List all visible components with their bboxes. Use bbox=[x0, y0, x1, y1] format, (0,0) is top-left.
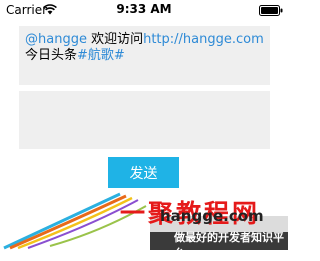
watermark-tagline: 做最好的开发者知识平台 bbox=[174, 231, 284, 260]
mention-link[interactable]: @hangge bbox=[25, 32, 87, 47]
message-line-1: @hangge 欢迎访问http://hangge.com bbox=[25, 32, 264, 48]
status-bar: Carrier 9:33 AM bbox=[0, 0, 288, 20]
message-text: 欢迎访问 bbox=[86, 32, 144, 47]
message-line-2: 今日头条#航歌# bbox=[25, 48, 264, 64]
battery-icon bbox=[259, 5, 283, 16]
hashtag-link[interactable]: #航歌# bbox=[77, 48, 125, 63]
url-link[interactable]: http://hangge.com bbox=[143, 32, 264, 47]
input-text-view[interactable] bbox=[19, 91, 270, 149]
status-time: 9:33 AM bbox=[116, 2, 172, 16]
message-text-2: 今日头条 bbox=[25, 48, 78, 63]
watermark-domain: hangge.com bbox=[160, 207, 264, 225]
send-button[interactable]: 发送 bbox=[108, 157, 179, 188]
message-text-view[interactable]: @hangge 欢迎访问http://hangge.com 今日头条#航歌# bbox=[19, 26, 270, 85]
